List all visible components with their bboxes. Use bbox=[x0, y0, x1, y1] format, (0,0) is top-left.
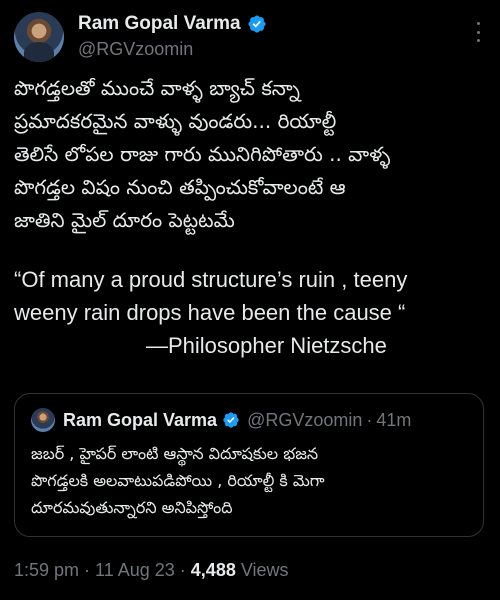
verified-badge-icon bbox=[223, 412, 239, 428]
more-options-icon[interactable] bbox=[474, 22, 482, 42]
quoted-tweet-card[interactable]: Ram Gopal Varma @RGVzoomin · 41m జబర్ , … bbox=[14, 393, 484, 537]
author-avatar[interactable] bbox=[14, 12, 64, 62]
tweet-time[interactable]: 1:59 pm bbox=[14, 560, 79, 581]
author-handle[interactable]: @RGVzoomin bbox=[78, 39, 193, 60]
author-display-name[interactable]: Ram Gopal Varma bbox=[78, 13, 241, 35]
tweet-date[interactable]: 11 Aug 23 bbox=[95, 560, 175, 581]
quoted-author-name: Ram Gopal Varma bbox=[63, 409, 218, 430]
views-label: Views bbox=[240, 559, 289, 580]
quoted-text-line: దూరమవుతున్నారని అనిపిస్తోంది bbox=[31, 498, 233, 517]
tweet-meta: 1:59 pm · 11 Aug 23 · 4,488 Views bbox=[14, 557, 289, 583]
separator-dot: · bbox=[84, 559, 91, 580]
quoted-author-avatar bbox=[31, 408, 55, 432]
tweet-quote-line: “Of many a proud structure’s ruin , teen… bbox=[14, 267, 408, 292]
tweet-quote-attribution: —Philosopher Nietzsche bbox=[146, 333, 387, 358]
tweet-text-line: జాతిని మైల్ దూరం పెట్టటమే bbox=[14, 208, 235, 232]
separator-dot: · bbox=[179, 559, 186, 580]
tweet-body: పొగడ్తలతో ముంచే వాళ్ళ బ్యాచ్ కన్నా ప్రమా… bbox=[14, 72, 486, 362]
tweet-text-line: ప్రమాదకరమైన వాళ్ళు వుండరు... రియాల్టీ bbox=[14, 109, 337, 133]
quoted-text-line: పొగడ్తలకి అలవాటుపడిపోయి , రియాల్టీ కి మె… bbox=[31, 471, 325, 490]
tweet-text-line: పొగడ్తల విషం నుంచి తప్పించుకోవాలంటే ఆ bbox=[14, 175, 346, 199]
tweet-text-line: పొగడ్తలతో ముంచే వాళ్ళ బ్యాచ్ కన్నా bbox=[14, 76, 300, 100]
quoted-tweet-time: 41m bbox=[376, 409, 412, 430]
separator-dot: · bbox=[366, 409, 373, 430]
tweet-quote-line: weeny rain drops have been the cause “ bbox=[14, 300, 406, 325]
quoted-tweet-text: జబర్ , హైపర్ లాంటి ఆస్థాన విదూషకుల భజన ప… bbox=[31, 440, 471, 521]
author-name-row: Ram Gopal Varma bbox=[78, 12, 267, 36]
tweet-text-line: తెలిసే లోపల రాజు గారు మునిగిపోతారు .. వా… bbox=[14, 142, 391, 166]
views-count[interactable]: 4,488 bbox=[191, 560, 236, 581]
quoted-author-handle: @RGVzoomin bbox=[247, 409, 363, 430]
quoted-text-line: జబర్ , హైపర్ లాంటి ఆస్థాన విదూషకుల భజన bbox=[31, 444, 319, 463]
quoted-tweet-header: Ram Gopal Varma @RGVzoomin · 41m bbox=[63, 407, 411, 433]
tweet-header: Ram Gopal Varma @RGVzoomin bbox=[14, 10, 486, 66]
verified-badge-icon bbox=[248, 15, 266, 33]
